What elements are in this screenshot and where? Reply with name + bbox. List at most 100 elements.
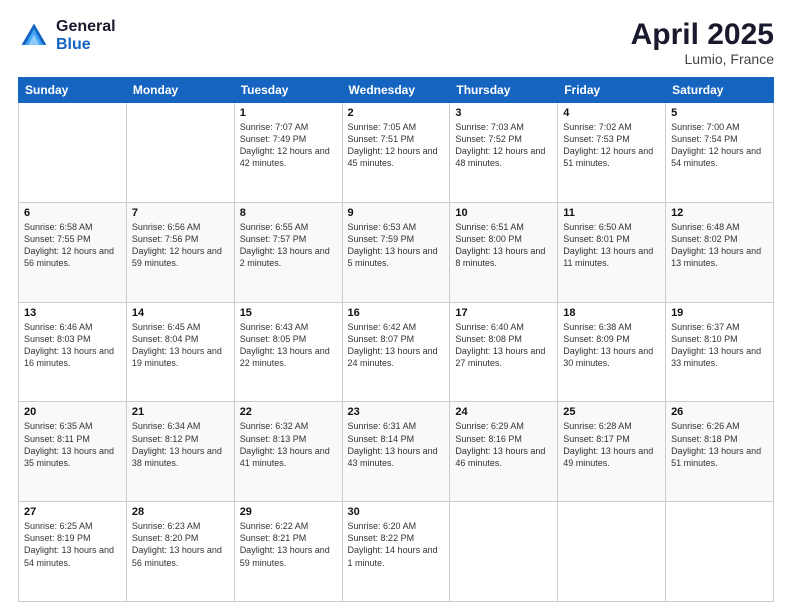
day-number: 23 bbox=[348, 406, 445, 418]
day-number: 9 bbox=[348, 207, 445, 219]
day-info: Sunrise: 6:55 AM Sunset: 7:57 PM Dayligh… bbox=[240, 221, 337, 270]
day-info: Sunrise: 6:53 AM Sunset: 7:59 PM Dayligh… bbox=[348, 221, 445, 270]
table-row: 7 Sunrise: 6:56 AM Sunset: 7:56 PM Daylig… bbox=[126, 202, 234, 302]
calendar-week-4: 20Sunrise: 6:35 AM Sunset: 8:11 PM Dayli… bbox=[19, 402, 774, 502]
table-row: 1Sunrise: 7:07 AM Sunset: 7:49 PM Daylig… bbox=[234, 103, 342, 203]
day-info: Sunrise: 6:35 AM Sunset: 8:11 PM Dayligh… bbox=[24, 420, 121, 469]
day-number: 22 bbox=[240, 406, 337, 418]
table-row: 6 Sunrise: 6:58 AM Sunset: 7:55 PM Daylig… bbox=[19, 202, 127, 302]
day-info: Sunrise: 6:46 AM Sunset: 8:03 PM Dayligh… bbox=[24, 321, 121, 370]
day-number: 12 bbox=[671, 207, 768, 219]
table-row: 20Sunrise: 6:35 AM Sunset: 8:11 PM Dayli… bbox=[19, 402, 127, 502]
day-number: 16 bbox=[348, 307, 445, 319]
table-row: 23 Sunrise: 6:31 AM Sunset: 8:14 PM Dayli… bbox=[342, 402, 450, 502]
page: General Blue April 2025 Lumio, France Su… bbox=[0, 0, 792, 612]
table-row: 2Sunrise: 7:05 AM Sunset: 7:51 PM Daylig… bbox=[342, 103, 450, 203]
day-number: 19 bbox=[671, 307, 768, 319]
col-wednesday: Wednesday bbox=[342, 78, 450, 103]
table-row: 29Sunrise: 6:22 AM Sunset: 8:21 PM Dayli… bbox=[234, 502, 342, 602]
day-number: 24 bbox=[455, 406, 552, 418]
day-number: 14 bbox=[132, 307, 229, 319]
day-number: 30 bbox=[348, 506, 445, 518]
day-number: 29 bbox=[240, 506, 337, 518]
day-info: Sunrise: 6:45 AM Sunset: 8:04 PM Dayligh… bbox=[132, 321, 229, 370]
day-info: Sunrise: 6:58 AM Sunset: 7:55 PM Dayligh… bbox=[24, 221, 121, 270]
header: General Blue April 2025 Lumio, France bbox=[18, 18, 774, 67]
logo-icon bbox=[18, 20, 50, 52]
col-sunday: Sunday bbox=[19, 78, 127, 103]
day-number: 4 bbox=[563, 107, 660, 119]
day-info: Sunrise: 7:03 AM Sunset: 7:52 PM Dayligh… bbox=[455, 121, 552, 170]
col-thursday: Thursday bbox=[450, 78, 558, 103]
calendar-table: Sunday Monday Tuesday Wednesday Thursday… bbox=[18, 77, 774, 602]
title-block: April 2025 Lumio, France bbox=[631, 18, 774, 67]
day-number: 3 bbox=[455, 107, 552, 119]
table-row: 19Sunrise: 6:37 AM Sunset: 8:10 PM Dayli… bbox=[666, 302, 774, 402]
day-info: Sunrise: 6:40 AM Sunset: 8:08 PM Dayligh… bbox=[455, 321, 552, 370]
table-row: 16 Sunrise: 6:42 AM Sunset: 8:07 PM Dayli… bbox=[342, 302, 450, 402]
day-number: 11 bbox=[563, 207, 660, 219]
logo-blue: Blue bbox=[56, 36, 116, 54]
day-info: Sunrise: 6:50 AM Sunset: 8:01 PM Dayligh… bbox=[563, 221, 660, 270]
day-number: 5 bbox=[671, 107, 768, 119]
table-row: 26Sunrise: 6:26 AM Sunset: 8:18 PM Dayli… bbox=[666, 402, 774, 502]
calendar-week-5: 27Sunrise: 6:25 AM Sunset: 8:19 PM Dayli… bbox=[19, 502, 774, 602]
table-row: 4 Sunrise: 7:02 AM Sunset: 7:53 PM Daylig… bbox=[558, 103, 666, 203]
logo: General Blue bbox=[18, 18, 116, 53]
day-number: 6 bbox=[24, 207, 121, 219]
day-info: Sunrise: 6:29 AM Sunset: 8:16 PM Dayligh… bbox=[455, 420, 552, 469]
table-row bbox=[558, 502, 666, 602]
table-row: 18Sunrise: 6:38 AM Sunset: 8:09 PM Dayli… bbox=[558, 302, 666, 402]
table-row: 10Sunrise: 6:51 AM Sunset: 8:00 PM Dayli… bbox=[450, 202, 558, 302]
day-info: Sunrise: 6:28 AM Sunset: 8:17 PM Dayligh… bbox=[563, 420, 660, 469]
table-row: 21Sunrise: 6:34 AM Sunset: 8:12 PM Dayli… bbox=[126, 402, 234, 502]
table-row: 27Sunrise: 6:25 AM Sunset: 8:19 PM Dayli… bbox=[19, 502, 127, 602]
day-info: Sunrise: 6:20 AM Sunset: 8:22 PM Dayligh… bbox=[348, 520, 445, 569]
col-friday: Friday bbox=[558, 78, 666, 103]
logo-general: General bbox=[56, 18, 116, 36]
table-row: 8 Sunrise: 6:55 AM Sunset: 7:57 PM Daylig… bbox=[234, 202, 342, 302]
header-row: Sunday Monday Tuesday Wednesday Thursday… bbox=[19, 78, 774, 103]
table-row bbox=[666, 502, 774, 602]
day-info: Sunrise: 7:00 AM Sunset: 7:54 PM Dayligh… bbox=[671, 121, 768, 170]
day-info: Sunrise: 6:23 AM Sunset: 8:20 PM Dayligh… bbox=[132, 520, 229, 569]
calendar-week-3: 13Sunrise: 6:46 AM Sunset: 8:03 PM Dayli… bbox=[19, 302, 774, 402]
day-info: Sunrise: 6:42 AM Sunset: 8:07 PM Dayligh… bbox=[348, 321, 445, 370]
day-number: 17 bbox=[455, 307, 552, 319]
table-row bbox=[19, 103, 127, 203]
table-row: 13Sunrise: 6:46 AM Sunset: 8:03 PM Dayli… bbox=[19, 302, 127, 402]
col-tuesday: Tuesday bbox=[234, 78, 342, 103]
month-title: April 2025 bbox=[631, 18, 774, 51]
day-info: Sunrise: 6:25 AM Sunset: 8:19 PM Dayligh… bbox=[24, 520, 121, 569]
calendar-week-1: 1Sunrise: 7:07 AM Sunset: 7:49 PM Daylig… bbox=[19, 103, 774, 203]
logo-text: General Blue bbox=[56, 18, 116, 53]
table-row: 5 Sunrise: 7:00 AM Sunset: 7:54 PM Daylig… bbox=[666, 103, 774, 203]
day-info: Sunrise: 6:56 AM Sunset: 7:56 PM Dayligh… bbox=[132, 221, 229, 270]
day-number: 8 bbox=[240, 207, 337, 219]
location: Lumio, France bbox=[631, 51, 774, 67]
day-number: 28 bbox=[132, 506, 229, 518]
day-number: 7 bbox=[132, 207, 229, 219]
table-row: 14 Sunrise: 6:45 AM Sunset: 8:04 PM Dayli… bbox=[126, 302, 234, 402]
table-row bbox=[126, 103, 234, 203]
calendar-week-2: 6 Sunrise: 6:58 AM Sunset: 7:55 PM Daylig… bbox=[19, 202, 774, 302]
day-info: Sunrise: 6:26 AM Sunset: 8:18 PM Dayligh… bbox=[671, 420, 768, 469]
day-info: Sunrise: 7:07 AM Sunset: 7:49 PM Dayligh… bbox=[240, 121, 337, 170]
day-number: 21 bbox=[132, 406, 229, 418]
table-row: 9 Sunrise: 6:53 AM Sunset: 7:59 PM Daylig… bbox=[342, 202, 450, 302]
day-number: 25 bbox=[563, 406, 660, 418]
day-number: 10 bbox=[455, 207, 552, 219]
table-row: 11 Sunrise: 6:50 AM Sunset: 8:01 PM Dayli… bbox=[558, 202, 666, 302]
day-info: Sunrise: 6:48 AM Sunset: 8:02 PM Dayligh… bbox=[671, 221, 768, 270]
table-row: 22Sunrise: 6:32 AM Sunset: 8:13 PM Dayli… bbox=[234, 402, 342, 502]
table-row: 30 Sunrise: 6:20 AM Sunset: 8:22 PM Dayli… bbox=[342, 502, 450, 602]
day-number: 2 bbox=[348, 107, 445, 119]
day-info: Sunrise: 7:02 AM Sunset: 7:53 PM Dayligh… bbox=[563, 121, 660, 170]
table-row: 24 Sunrise: 6:29 AM Sunset: 8:16 PM Dayli… bbox=[450, 402, 558, 502]
table-row: 17 Sunrise: 6:40 AM Sunset: 8:08 PM Dayli… bbox=[450, 302, 558, 402]
day-info: Sunrise: 6:31 AM Sunset: 8:14 PM Dayligh… bbox=[348, 420, 445, 469]
day-number: 15 bbox=[240, 307, 337, 319]
table-row: 25 Sunrise: 6:28 AM Sunset: 8:17 PM Dayli… bbox=[558, 402, 666, 502]
table-row: 28 Sunrise: 6:23 AM Sunset: 8:20 PM Dayli… bbox=[126, 502, 234, 602]
day-info: Sunrise: 6:43 AM Sunset: 8:05 PM Dayligh… bbox=[240, 321, 337, 370]
